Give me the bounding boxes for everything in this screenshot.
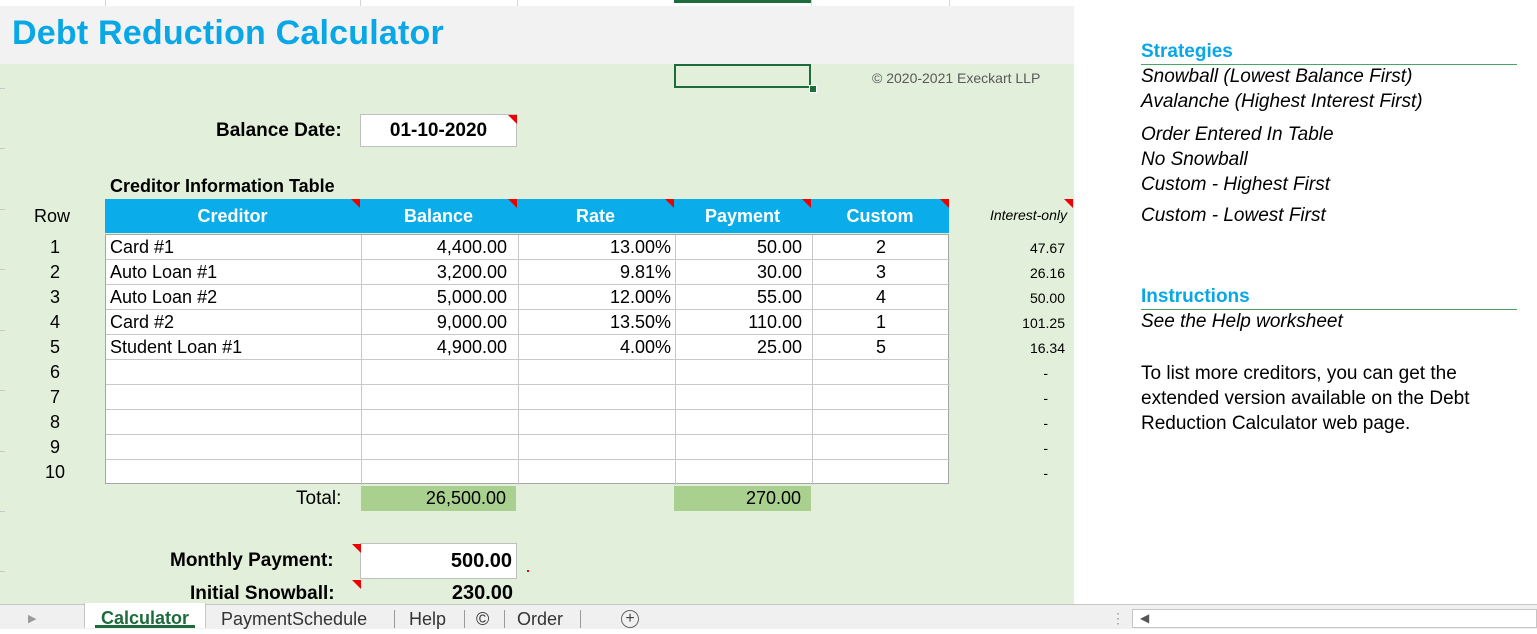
row-grid-edge xyxy=(0,64,5,604)
balance-date-input[interactable]: 01-10-2020 xyxy=(360,114,517,147)
initial-snowball-label: Initial Snowball: xyxy=(190,583,335,604)
interest-only-value: - xyxy=(1043,465,1048,481)
row-number: 8 xyxy=(49,412,60,432)
comment-indicator-icon[interactable] xyxy=(940,199,949,208)
total-payment-value: 270.00 xyxy=(674,486,811,511)
strategy-item: No Snowball xyxy=(1141,149,1248,170)
balance-cell[interactable]: 3,200.00 xyxy=(361,260,507,285)
custom-order-cell[interactable]: 5 xyxy=(812,335,950,360)
scroll-left-arrow-icon[interactable]: ◀ xyxy=(1140,611,1149,625)
tab-splitter-handle[interactable]: ⋮ xyxy=(1111,610,1125,627)
balance-cell[interactable]: 9,000.00 xyxy=(361,310,507,335)
comment-indicator-icon[interactable] xyxy=(351,199,360,208)
divider xyxy=(1141,64,1517,65)
comment-indicator-icon[interactable] xyxy=(508,115,517,124)
strategy-item: Custom - Lowest First xyxy=(1141,205,1326,226)
interest-only-value: 16.34 xyxy=(1029,340,1065,356)
tab-calculator[interactable]: Calculator xyxy=(84,603,206,628)
table-header: Creditor Balance Rate Payment Custom xyxy=(105,199,949,233)
creditor-name-cell[interactable]: Card #1 xyxy=(110,235,174,260)
row-number: 3 xyxy=(49,287,60,307)
row-number: 10 xyxy=(44,462,66,482)
rate-cell[interactable]: 4.00% xyxy=(518,335,671,360)
strategy-item: Avalanche (Highest Interest First) xyxy=(1141,91,1423,112)
payment-cell[interactable]: 110.00 xyxy=(675,310,802,335)
interest-only-value: 101.25 xyxy=(1022,315,1065,331)
comment-indicator-icon[interactable] xyxy=(352,544,361,553)
creditor-name-cell[interactable]: Auto Loan #1 xyxy=(110,260,217,285)
tab-payment-schedule[interactable]: PaymentSchedule xyxy=(221,604,367,629)
creditor-name-cell[interactable]: Auto Loan #2 xyxy=(110,285,217,310)
instructions-text: See the Help worksheet xyxy=(1141,311,1343,332)
page-title: Debt Reduction Calculator xyxy=(12,14,444,52)
interest-only-value: - xyxy=(1043,390,1048,406)
row-number: 2 xyxy=(49,262,60,282)
comment-indicator-icon[interactable] xyxy=(802,199,811,208)
custom-order-cell[interactable]: 2 xyxy=(812,235,950,260)
payment-cell[interactable]: 50.00 xyxy=(675,235,802,260)
row-header: Row xyxy=(34,206,71,226)
total-balance-value: 26,500.00 xyxy=(361,486,516,511)
interest-only-value: 50.00 xyxy=(1029,290,1065,306)
interest-only-value: 26.16 xyxy=(1029,265,1065,281)
fill-handle[interactable] xyxy=(809,85,817,93)
interest-only-header: Interest-only xyxy=(989,207,1067,223)
row-number: 4 xyxy=(49,312,60,332)
column-header-payment[interactable]: Payment xyxy=(674,199,811,233)
custom-order-cell[interactable]: 4 xyxy=(812,285,950,310)
comment-marker xyxy=(527,570,529,572)
payment-cell[interactable]: 30.00 xyxy=(675,260,802,285)
scroll-tabs-left-icon[interactable]: ▶ xyxy=(28,612,36,625)
strategy-item: Custom - Highest First xyxy=(1141,174,1330,195)
row-number: 9 xyxy=(49,437,60,457)
horizontal-scrollbar[interactable] xyxy=(1132,609,1537,628)
row-number: 6 xyxy=(49,362,60,382)
rate-cell[interactable]: 13.00% xyxy=(518,235,671,260)
selected-cell[interactable] xyxy=(674,64,811,88)
divider xyxy=(1141,309,1517,310)
tab-copyright[interactable]: © xyxy=(476,604,489,629)
tab-help[interactable]: Help xyxy=(409,604,446,629)
column-header-creditor[interactable]: Creditor xyxy=(105,199,360,233)
strategies-heading: Strategies xyxy=(1141,41,1233,62)
custom-order-cell[interactable]: 1 xyxy=(812,310,950,335)
creditor-name-cell[interactable]: Student Loan #1 xyxy=(110,335,242,360)
add-sheet-icon[interactable]: + xyxy=(621,610,639,628)
tab-order[interactable]: Order xyxy=(517,604,563,629)
strategy-item: Snowball (Lowest Balance First) xyxy=(1141,66,1413,87)
interest-only-value: - xyxy=(1043,440,1048,456)
selected-column-indicator xyxy=(674,0,811,3)
column-header-rate[interactable]: Rate xyxy=(517,199,674,233)
interest-only-value: 47.67 xyxy=(1029,240,1065,256)
rate-cell[interactable]: 13.50% xyxy=(518,310,671,335)
interest-only-value: - xyxy=(1043,365,1048,381)
total-label: Total: xyxy=(296,488,342,509)
monthly-payment-input[interactable]: 500.00 xyxy=(360,543,517,579)
creditor-name-cell[interactable]: Card #2 xyxy=(110,310,174,335)
comment-indicator-icon[interactable] xyxy=(665,199,674,208)
row-number: 1 xyxy=(49,237,60,257)
payment-cell[interactable]: 55.00 xyxy=(675,285,802,310)
balance-cell[interactable]: 5,000.00 xyxy=(361,285,507,310)
row-number: 7 xyxy=(49,387,60,407)
column-header-custom[interactable]: Custom xyxy=(811,199,949,233)
monthly-payment-label: Monthly Payment: xyxy=(170,550,334,571)
balance-cell[interactable]: 4,400.00 xyxy=(361,235,507,260)
custom-order-cell[interactable]: 3 xyxy=(812,260,950,285)
rate-cell[interactable]: 9.81% xyxy=(518,260,671,285)
initial-snowball-value: 230.00 xyxy=(451,582,513,604)
balance-date-label: Balance Date: xyxy=(216,120,342,141)
creditor-table-title: Creditor Information Table xyxy=(110,176,335,196)
row-number: 5 xyxy=(49,337,60,357)
balance-cell[interactable]: 4,900.00 xyxy=(361,335,507,360)
rate-cell[interactable]: 12.00% xyxy=(518,285,671,310)
copyright-note: © 2020-2021 Execkart LLP xyxy=(872,70,1041,86)
interest-only-value: - xyxy=(1043,415,1048,431)
column-header-balance[interactable]: Balance xyxy=(360,199,517,233)
strategy-item: Order Entered In Table xyxy=(1141,124,1334,145)
comment-indicator-icon[interactable] xyxy=(508,199,517,208)
payment-cell[interactable]: 25.00 xyxy=(675,335,802,360)
extended-version-note: To list more creditors, you can get the … xyxy=(1141,363,1470,434)
instructions-heading: Instructions xyxy=(1141,286,1250,307)
